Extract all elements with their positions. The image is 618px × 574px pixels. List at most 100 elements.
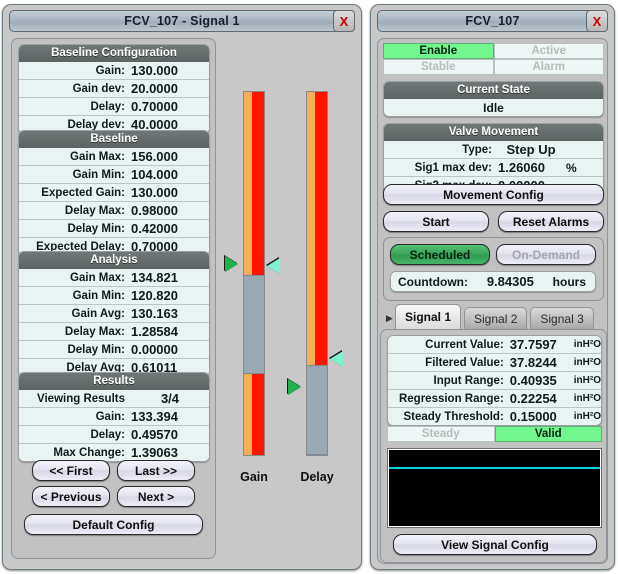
row-label: Viewing Results [37, 392, 125, 405]
row-label: Delay Min: [67, 343, 125, 356]
table-row: Gain Min: 104.000 [19, 166, 209, 184]
row-value: 130.000 [131, 63, 178, 78]
row-value: 120.820 [131, 288, 178, 303]
current-state-group: Current State Idle [383, 81, 604, 117]
movement-config-button[interactable]: Movement Config [383, 184, 604, 205]
row-unit: inH²O [573, 375, 601, 386]
table-row: Gain Min: 120.820 [19, 287, 209, 305]
row-value: 1.26060 [498, 160, 545, 175]
table-row: Gain: 130.000 [19, 62, 209, 80]
row-unit: inH²O [573, 393, 601, 404]
status-badge-active: Active [493, 43, 604, 59]
current-state-row: Idle [384, 99, 603, 116]
row-unit: % [566, 160, 577, 175]
reset-alarms-button[interactable]: Reset Alarms [498, 211, 604, 232]
row-label: Gain Min: [72, 289, 125, 302]
current-state-value: Idle [483, 100, 504, 115]
row-label: Gain: [95, 410, 125, 423]
view-signal-config-button[interactable]: View Signal Config [393, 534, 597, 555]
row-value: Step Up [506, 142, 556, 157]
row-label: Delay Max: [64, 204, 125, 217]
row-label: Gain Max: [70, 271, 125, 284]
signal-panel: Current Value: 37.7597 inH²O Filtered Va… [380, 329, 607, 563]
row-label: Type: [462, 143, 492, 156]
row-label: Delay: [90, 428, 125, 441]
signal-graph[interactable] [387, 448, 602, 528]
analysis-header: Analysis [19, 252, 209, 269]
row-label: Delay: [90, 100, 125, 113]
row-label: Delay Max: [64, 325, 125, 338]
last-button[interactable]: Last >> [117, 460, 195, 481]
delay-bar-band [307, 365, 327, 455]
table-row: Viewing Results 3/4 [19, 390, 209, 408]
row-label: Expected Gain: [41, 186, 125, 199]
right-titlebar: FCV_107 X [377, 10, 608, 32]
row-label: Gain dev: [72, 82, 125, 95]
status-badge-alarm: Alarm [493, 59, 604, 75]
default-config-button[interactable]: Default Config [24, 514, 203, 535]
baseline-configuration-group: Baseline Configuration Gain: 130.000 Gai… [18, 44, 210, 134]
current-state-header: Current State [384, 82, 603, 99]
row-unit: inH²O [573, 339, 601, 350]
tab-scroll-left-icon[interactable]: ▶ [386, 313, 395, 329]
baseline-group: Baseline Gain Max: 156.000 Gain Min: 104… [18, 130, 210, 256]
table-row: Regression Range: 0.22254 inH²O [388, 390, 601, 408]
scheduled-button[interactable]: Scheduled [390, 244, 490, 265]
previous-button[interactable]: < Previous [32, 486, 110, 507]
row-label: Regression Range: [398, 392, 504, 405]
first-button[interactable]: << First [32, 460, 110, 481]
start-button[interactable]: Start [383, 211, 489, 232]
left-window-title: FCV_107 - Signal 1 [124, 14, 240, 28]
table-row: Sig1 max dev: 1.26060 % [384, 159, 603, 177]
row-label: Gain Min: [72, 168, 125, 181]
left-data-panel: Baseline Configuration Gain: 130.000 Gai… [11, 38, 216, 559]
signal-tabstrip: ▶ Signal 1 Signal 2 Signal 3 [378, 304, 617, 329]
row-unit: inH²O [573, 411, 601, 422]
table-row: Steady Threshold: 0.15000 inH²O [388, 408, 601, 425]
delay-baseline-marker-icon [288, 379, 301, 395]
row-value: 130.000 [131, 185, 178, 200]
table-row: Delay Max: 1.28584 [19, 323, 209, 341]
close-icon[interactable]: X [333, 10, 355, 32]
row-unit: inH²O [573, 357, 601, 368]
row-label: Delay Min: [67, 222, 125, 235]
signal-values-group: Current Value: 37.7597 inH²O Filtered Va… [387, 335, 602, 426]
tab-signal-1[interactable]: Signal 1 [395, 304, 462, 329]
row-label: Steady Threshold: [403, 410, 504, 423]
countdown-group: Countdown: 9.84305 hours [390, 271, 596, 292]
delay-gauge-label: Delay [300, 470, 334, 484]
status-badge-valid: Valid [494, 426, 602, 442]
row-value: 0.22254 [509, 391, 557, 406]
table-row: Gain Max: 134.821 [19, 269, 209, 287]
row-value: 37.8244 [509, 355, 557, 370]
countdown-label: Countdown: [398, 274, 468, 289]
gain-bar [243, 91, 265, 456]
signal-graph-trace [389, 467, 600, 469]
on-demand-button[interactable]: On-Demand [496, 244, 596, 265]
status-badge-stable: Stable [383, 59, 494, 75]
valve-movement-header: Valve Movement [384, 124, 603, 141]
table-row: Gain Avg: 130.163 [19, 305, 209, 323]
tab-signal-3[interactable]: Signal 3 [530, 307, 594, 329]
row-value: 0.40935 [509, 373, 557, 388]
status-badge-enable[interactable]: Enable [383, 43, 494, 59]
results-group: Results Viewing Results 3/4 Gain: 133.39… [18, 372, 210, 462]
row-value: 0.42000 [131, 221, 178, 236]
row-value: 133.394 [131, 409, 178, 424]
next-button[interactable]: Next > [117, 486, 195, 507]
row-label: Gain Avg: [71, 307, 125, 320]
table-row: Type: Step Up [384, 141, 603, 159]
signal-status-grid: Steady Valid [387, 426, 602, 442]
valve-window: FCV_107 X Enable Active Stable Alarm Cur… [370, 4, 615, 570]
table-row: Delay: 0.70000 [19, 98, 209, 116]
tab-signal-2[interactable]: Signal 2 [464, 307, 528, 329]
table-row: Delay Min: 0.42000 [19, 220, 209, 238]
row-label: Sig1 max dev: [414, 161, 492, 174]
close-icon[interactable]: X [586, 10, 608, 32]
row-label: Input Range: [433, 374, 504, 387]
row-value: 156.000 [131, 149, 178, 164]
row-value: 0.98000 [131, 203, 178, 218]
row-value: 3/4 [160, 391, 180, 406]
row-value: 0.70000 [131, 99, 178, 114]
row-label: Gain Max: [70, 150, 125, 163]
